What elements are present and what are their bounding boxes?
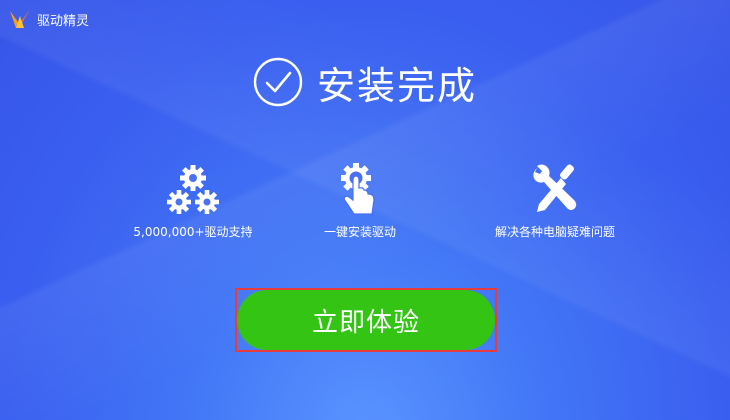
gears-icon [167,165,219,214]
title-bar: 驱动精灵 [8,7,89,31]
hand-click-gear-icon [341,163,375,215]
feature-label: 5,000,000+驱动支持 [133,225,253,239]
install-complete-header: 安装完成 [0,52,730,112]
install-complete-title: 安装完成 [316,63,477,108]
try-now-button[interactable]: 立即体验 [237,290,495,350]
wrench-screwdriver-icon [533,164,577,212]
feature-label: 解决各种电脑疑难问题 [494,225,615,239]
check-circle-icon [253,57,303,107]
sprite-logo-icon [10,9,30,28]
app-title: 驱动精灵 [37,13,90,29]
feature-troubleshoot: 解决各种电脑疑难问题 [455,160,655,240]
feature-one-click-install: 一键安装驱动 [260,160,460,240]
feature-label: 一键安装驱动 [323,225,396,239]
